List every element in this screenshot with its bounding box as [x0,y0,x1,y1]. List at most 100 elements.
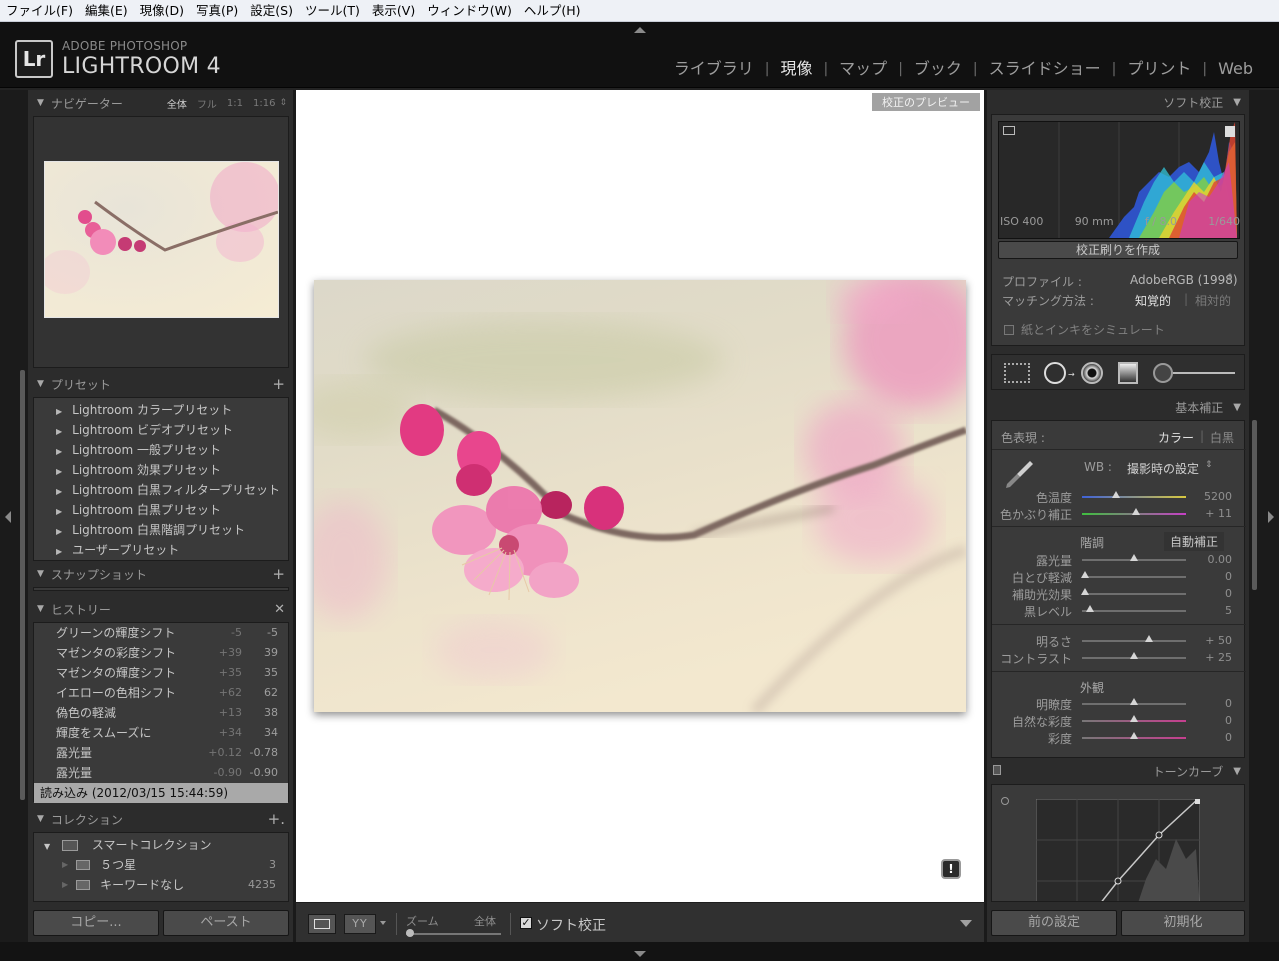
tone-curve-graph[interactable] [1036,799,1200,902]
tint-slider-thumb[interactable] [1132,508,1141,515]
navigator-header[interactable]: ▼ ナビゲーター 全体 フル 1:1 1:16 ⇕ [28,92,293,114]
clarity-value[interactable]: 0 [1188,697,1232,710]
paste-settings-button[interactable]: ペースト [163,910,289,936]
white-balance-eyedropper-icon[interactable] [1002,457,1036,491]
presets-header[interactable]: ▼ プリセット + [28,373,293,395]
copy-settings-button[interactable]: コピー... [33,910,159,936]
exposure-slider-thumb[interactable] [1130,554,1138,561]
collapse-top-panel-icon[interactable] [634,27,646,33]
before-after-button[interactable]: YY [344,914,376,934]
module-slideshow[interactable]: スライドショー [978,58,1112,80]
menu-window[interactable]: ウィンドウ(W) [421,0,518,22]
zoom-slider-track[interactable] [406,933,501,935]
auto-tone-button[interactable]: 自動補正 [1164,532,1225,551]
add-preset-icon[interactable]: + [272,375,285,393]
menu-photo[interactable]: 写真(P) [190,0,244,22]
fill-light-slider-thumb[interactable] [1081,588,1090,595]
module-library[interactable]: ライブラリ [663,58,765,80]
red-eye-icon[interactable] [1081,362,1103,384]
preset-folder[interactable]: ▶ Lightroom 白黒フィルタープリセット [34,480,288,500]
vibrance-slider-thumb[interactable] [1130,715,1138,722]
tint-value[interactable]: + 11 [1188,507,1232,520]
before-after-dropdown-icon[interactable] [380,921,386,925]
intent-perceptual[interactable]: 知覚的 [1135,292,1171,309]
module-web[interactable]: Web [1207,58,1264,80]
menu-settings[interactable]: 設定(S) [244,0,299,22]
history-step[interactable]: イエローの色相シフト +62 62 [34,683,288,703]
warning-icon[interactable]: ! [941,859,961,879]
zoom-stepper-icon[interactable]: ⇕ [279,98,287,108]
destination-gamut-warning-icon[interactable] [1225,126,1235,137]
collapse-triangle-icon[interactable]: ▼ [1233,97,1241,108]
navigator-thumbnail[interactable] [40,161,280,318]
right-panel-scrollbar[interactable] [1252,420,1257,590]
temp-slider-track[interactable] [1082,496,1186,498]
profile-stepper-icon[interactable]: ⇕ [1226,273,1234,283]
blacks-slider-track[interactable] [1082,610,1186,612]
history-step[interactable]: 露光量 +0.12 -0.78 [34,743,288,763]
module-develop[interactable]: 現像 [769,58,823,80]
smart-collection-item[interactable]: ▶ キーワードなし 4235 [34,875,288,895]
intent-relative[interactable]: 相対的 [1195,292,1231,309]
collapse-triangle-icon[interactable]: ▼ [37,569,44,579]
profile-select[interactable]: AdobeRGB (1998) [1130,273,1238,287]
preset-folder[interactable]: ▶ Lightroom カラープリセット [34,400,288,420]
targeted-adjustment-icon[interactable] [1001,797,1009,805]
nav-zoom-1-16[interactable]: 1:16 [253,98,275,109]
menu-develop[interactable]: 現像(D) [134,0,190,22]
menu-tools[interactable]: ツール(T) [299,0,366,22]
basic-header[interactable]: 基本補正 ▼ [987,396,1249,418]
history-step[interactable]: マゼンタの彩度シフト +39 39 [34,643,288,663]
wb-select[interactable]: 撮影時の設定 [1127,460,1199,477]
toolbar-options-icon[interactable] [960,920,972,927]
smart-collection-set[interactable]: ▼ スマートコレクション [34,835,288,855]
module-book[interactable]: ブック [903,58,973,80]
preset-folder[interactable]: ▶ Lightroom 一般プリセット [34,440,288,460]
blacks-value[interactable]: 5 [1188,604,1232,617]
vibrance-value[interactable]: 0 [1188,714,1232,727]
highlights-slider-track[interactable] [1082,576,1186,578]
preset-folder[interactable]: ▶ Lightroom 白黒階調プリセット [34,520,288,540]
tonecurve-header[interactable]: トーンカーブ ▼ [987,760,1249,782]
treatment-color[interactable]: カラー [1158,429,1194,446]
collections-header[interactable]: ▼ コレクション +. [28,808,293,830]
collapse-triangle-icon[interactable]: ▼ [37,814,44,824]
contrast-slider-thumb[interactable] [1130,652,1138,659]
collapse-triangle-icon[interactable]: ▼ [37,98,44,108]
nav-zoom-1-1[interactable]: 1:1 [227,98,243,109]
temp-value[interactable]: 5200 [1188,490,1232,503]
treatment-bw[interactable]: 白黒 [1210,429,1234,446]
history-step[interactable]: 偽色の軽減 +13 38 [34,703,288,723]
collapse-triangle-icon[interactable]: ▼ [1233,766,1241,777]
temp-slider-thumb[interactable] [1112,491,1121,498]
nav-zoom-fill[interactable]: フル [197,96,217,111]
crop-tool-icon[interactable] [1004,363,1030,383]
preset-folder[interactable]: ▶ Lightroom 白黒プリセット [34,500,288,520]
panel-switch-icon[interactable] [993,765,1001,775]
menu-view[interactable]: 表示(V) [366,0,421,22]
history-step-selected[interactable]: 読み込み (2012/03/15 15:44:59) [34,783,288,803]
monitor-gamut-warning-icon[interactable] [1003,126,1015,135]
contrast-value[interactable]: + 25 [1188,651,1232,664]
module-print[interactable]: プリント [1116,58,1202,80]
navigator-preview-area[interactable] [33,116,289,368]
add-collection-icon[interactable]: +. [268,810,285,828]
fill-light-slider-track[interactable] [1082,593,1186,595]
preset-folder[interactable]: ▶ ユーザープリセット [34,540,288,560]
soft-proof-checkbox[interactable]: ✓ [520,917,532,929]
zoom-slider-thumb[interactable] [406,929,414,937]
simulate-paper-ink-checkbox[interactable] [1004,325,1014,335]
brightness-value[interactable]: + 50 [1188,634,1232,647]
menu-edit[interactable]: 編集(E) [79,0,134,22]
wb-stepper-icon[interactable]: ⇕ [1205,460,1213,470]
menu-file[interactable]: ファイル(F) [0,0,79,22]
adjustment-brush-icon[interactable] [1153,363,1173,383]
preset-folder[interactable]: ▶ Lightroom ビデオプリセット [34,420,288,440]
collapse-triangle-icon[interactable]: ▼ [37,604,44,614]
highlights-slider-thumb[interactable] [1081,571,1090,578]
preset-folder[interactable]: ▶ Lightroom 効果プリセット [34,460,288,480]
smart-collection-item[interactable]: ▶ ５つ星 3 [34,855,288,875]
collapse-left-panel-icon[interactable] [5,511,11,523]
collapse-triangle-icon[interactable]: ▼ [37,379,44,389]
graduated-filter-icon[interactable] [1118,362,1138,384]
